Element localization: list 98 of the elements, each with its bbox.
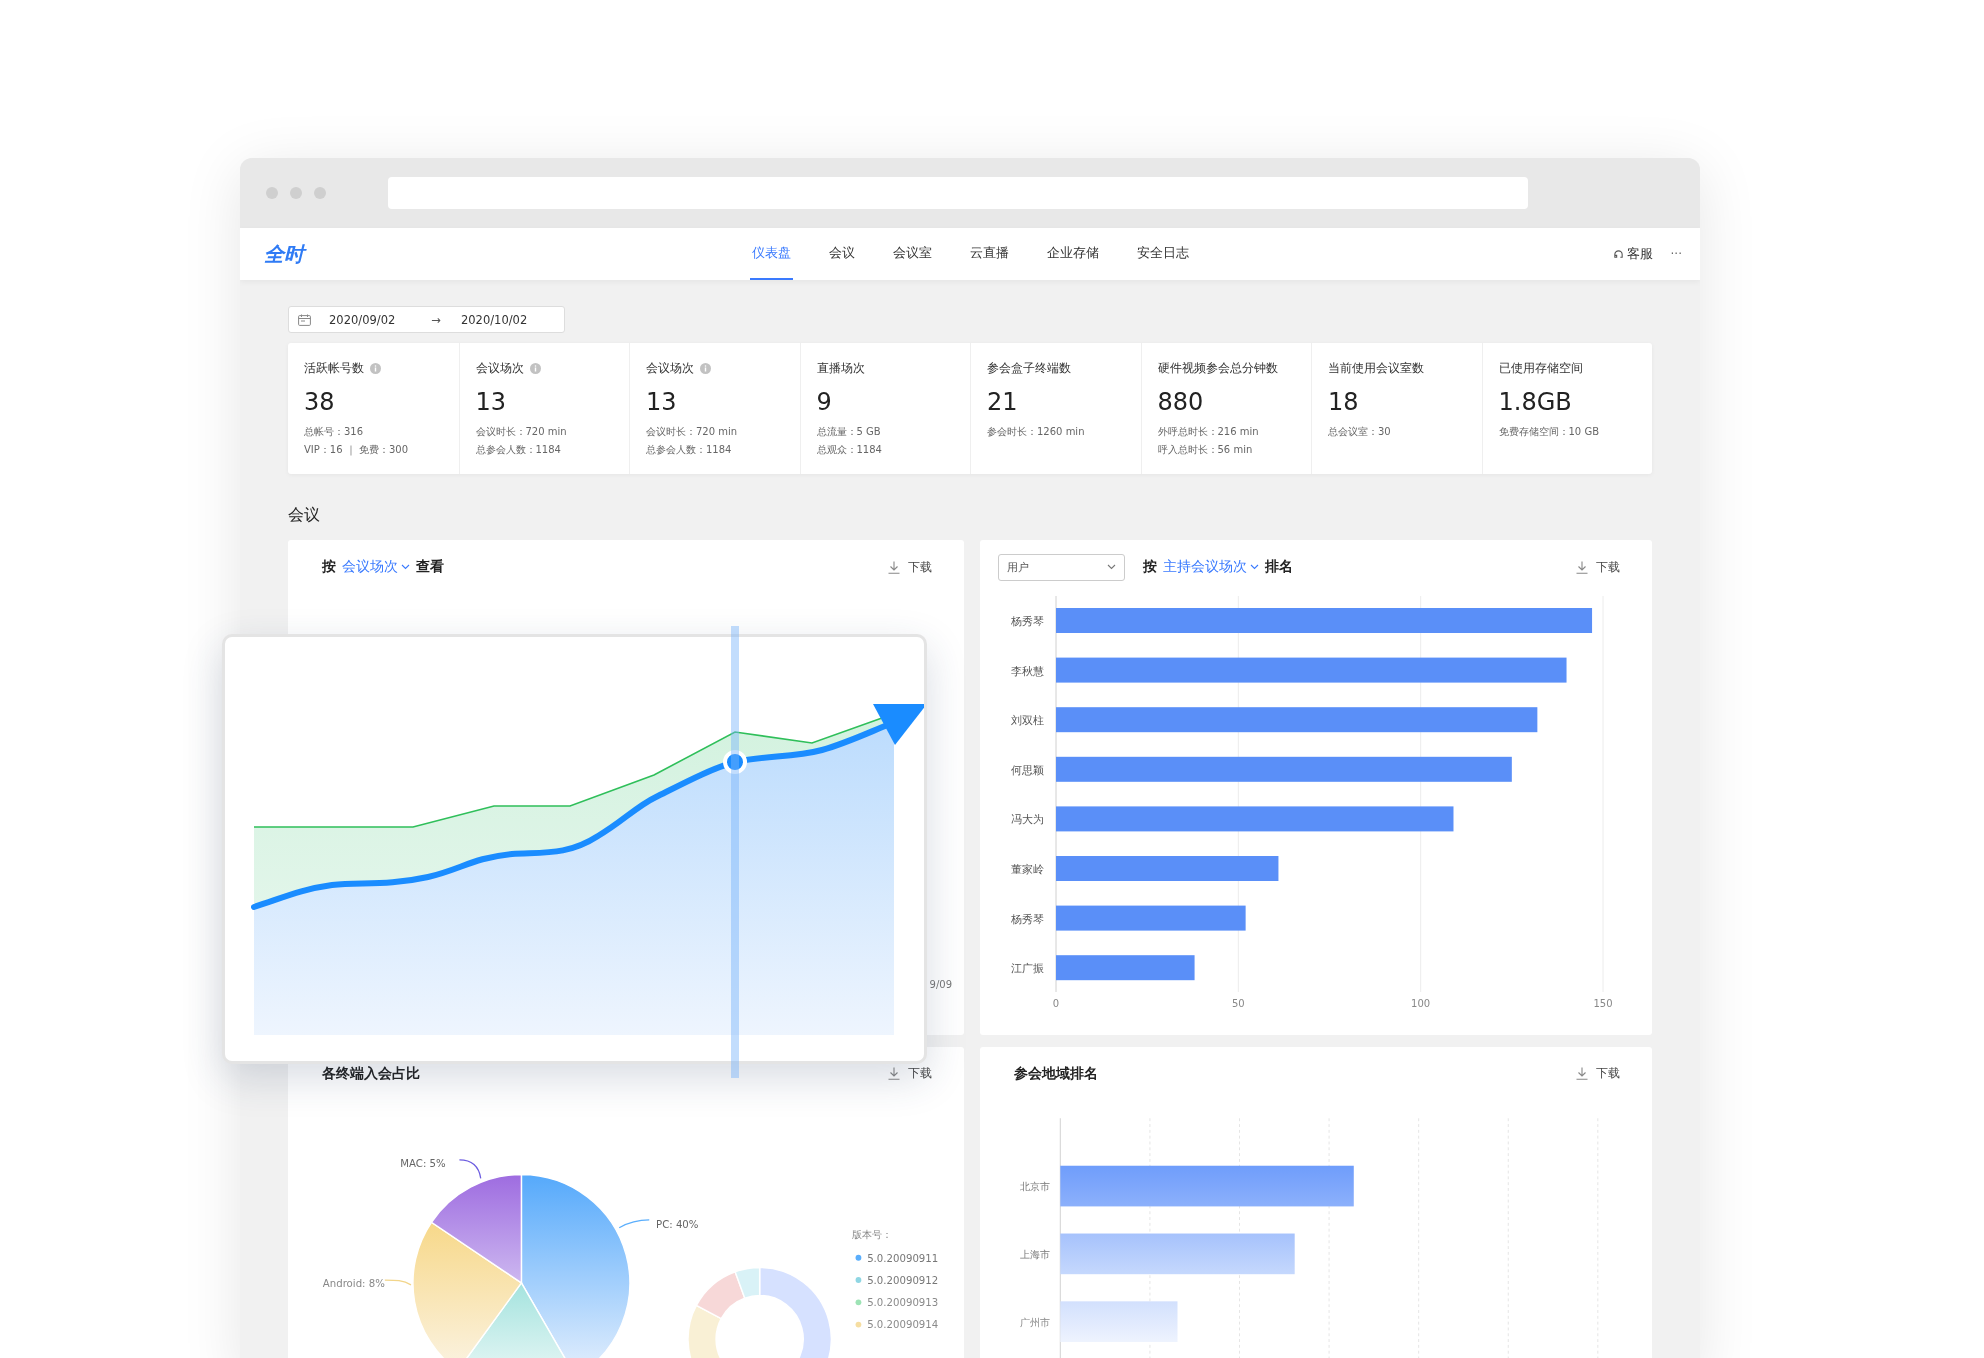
info-icon[interactable] [700,362,711,374]
stat-value: 18 [1328,387,1360,417]
stat-value: 38 [304,387,336,417]
axis-category-label: 刘双柱 [1011,714,1044,728]
legend-title: 版本号： [851,1229,892,1241]
header-text: 按 [1143,558,1157,576]
axis-tick-label: 9/09 [929,979,952,990]
download-icon [888,560,900,574]
nav-tab[interactable]: 安全日志 [1134,228,1191,280]
axis-tick-label: 150 [1593,998,1613,1009]
legend-label: 5.0.20090911 [867,1252,939,1264]
axis-category-label: 上海市 [1019,1248,1050,1260]
stat-value: 21 [987,387,1019,417]
leader-line [618,1219,650,1229]
card-title: 各终端入会占比 [322,1064,420,1083]
stat-value: 1.8GB [1498,387,1573,417]
stat-detail: VIP：16 ｜ 免费：300 [304,443,409,458]
stat-detail: 总观众：1184 [816,443,883,457]
chevron-icon [401,564,410,570]
axis-category-label: 杨秀琴 [1011,615,1044,628]
download-button[interactable]: 下载 [888,558,932,576]
nav-tab[interactable]: 会议室 [890,228,934,280]
stat-detail: 会议时长：720 min [475,425,568,439]
header-text: 按 [322,558,336,576]
support-button[interactable]: 客服 [1612,245,1653,263]
nav-tab[interactable]: 仪表盘 [749,228,793,280]
axis-tick-label: 100 [1411,998,1431,1009]
window-dot-icon[interactable] [290,187,302,199]
nav-tab[interactable]: 会议 [826,228,857,280]
legend-label: 5.0.20090914 [867,1319,939,1331]
stat-detail: 总会议室：30 [1328,425,1392,439]
slice-label: PC: 40% [656,1218,699,1230]
header-text: 查看 [416,558,444,576]
start-date: 2020/09/02 [329,312,396,327]
header-text: 排名 [1265,558,1293,576]
stat-detail: 外呼总时长：216 min [1157,425,1260,439]
more-button[interactable]: ··· [1670,247,1682,261]
stat-detail: 参会时长：1260 min [987,425,1086,439]
download-button[interactable]: 下载 [1576,1065,1620,1083]
axis-category-label: 冯大为 [1011,813,1044,827]
stat-value: 13 [475,387,508,417]
stat-detail: 呼入总时长：56 min [1157,443,1254,457]
stat-detail: 总参会人数：1184 [646,443,733,457]
card-title: 参会地域排名 [1014,1064,1098,1083]
download-icon [1576,560,1588,574]
axis-category-label: 广州市 [1019,1316,1050,1328]
stat-label: 直播场次 [816,360,865,376]
stat-detail: 会议时长：720 min [646,425,739,439]
window-dot-icon[interactable] [314,187,326,199]
chevron-icon [1107,564,1116,570]
axis-category-label: 杨秀琴 [1011,912,1044,926]
leader-line [458,1159,482,1180]
legend-label: 5.0.20090913 [867,1297,939,1309]
user-select[interactable]: 用户 [998,553,1125,581]
data-point [723,750,747,774]
axis-tick-label: 0 [1052,998,1060,1009]
stat-label: 参会盒子终端数 [987,360,1071,376]
chevron-icon [1250,564,1259,570]
stat-value: 880 [1157,387,1205,417]
download-button[interactable]: 下载 [1576,558,1620,576]
stat-detail: 免费存储空间：10 GB [1498,425,1600,439]
calendar-icon [298,313,311,326]
axis-category-label: 李秋慧 [1011,664,1044,678]
nav-tab[interactable]: 企业存储 [1044,228,1101,280]
info-icon[interactable] [370,362,381,374]
stat-label: 会议场次 [646,360,694,376]
nav-tab[interactable]: 云直播 [967,228,1011,280]
axis-category-label: 何思颖 [1011,763,1044,777]
section-title: 会议 [288,504,321,526]
stat-label: 已使用存储空间 [1498,360,1583,376]
window-dot-icon[interactable] [266,187,278,199]
legend-label: 5.0.20090912 [867,1275,939,1286]
stat-value: 13 [646,387,678,417]
download-icon [888,1067,900,1081]
range-arrow: → [431,312,441,327]
leader-line [384,1279,412,1286]
stat-label: 会议场次 [475,360,524,376]
stat-label: 活跃帐号数 [304,360,364,376]
axis-category-label: 北京市 [1019,1181,1050,1193]
axis-tick-label: 50 [1231,998,1245,1009]
stat-detail: 总帐号：316 [304,425,365,439]
axis-category-label: 董家岭 [1011,863,1044,876]
slice-label: MAC: 5% [400,1157,446,1169]
stat-label: 当前使用会议室数 [1328,360,1424,376]
stat-value: 9 [816,387,833,417]
stat-detail: 总参会人数：1184 [475,443,562,457]
download-button[interactable]: 下载 [888,1065,932,1083]
info-icon[interactable] [529,362,541,374]
download-icon [1576,1067,1588,1081]
metric-dropdown[interactable]: 会议场次 [342,558,410,576]
axis-category-label: 江广振 [1011,962,1044,976]
slice-label: Android: 8% [322,1277,385,1289]
stat-label: 硬件视频参会总分钟数 [1157,360,1278,376]
metric-dropdown[interactable]: 主持会议场次 [1163,558,1259,576]
headset-icon [1612,248,1624,260]
stat-detail: 总流量：5 GB [816,425,882,439]
end-date: 2020/10/02 [460,312,528,327]
date-range-field[interactable]: 2020/09/02 → 2020/10/02 [288,306,565,333]
